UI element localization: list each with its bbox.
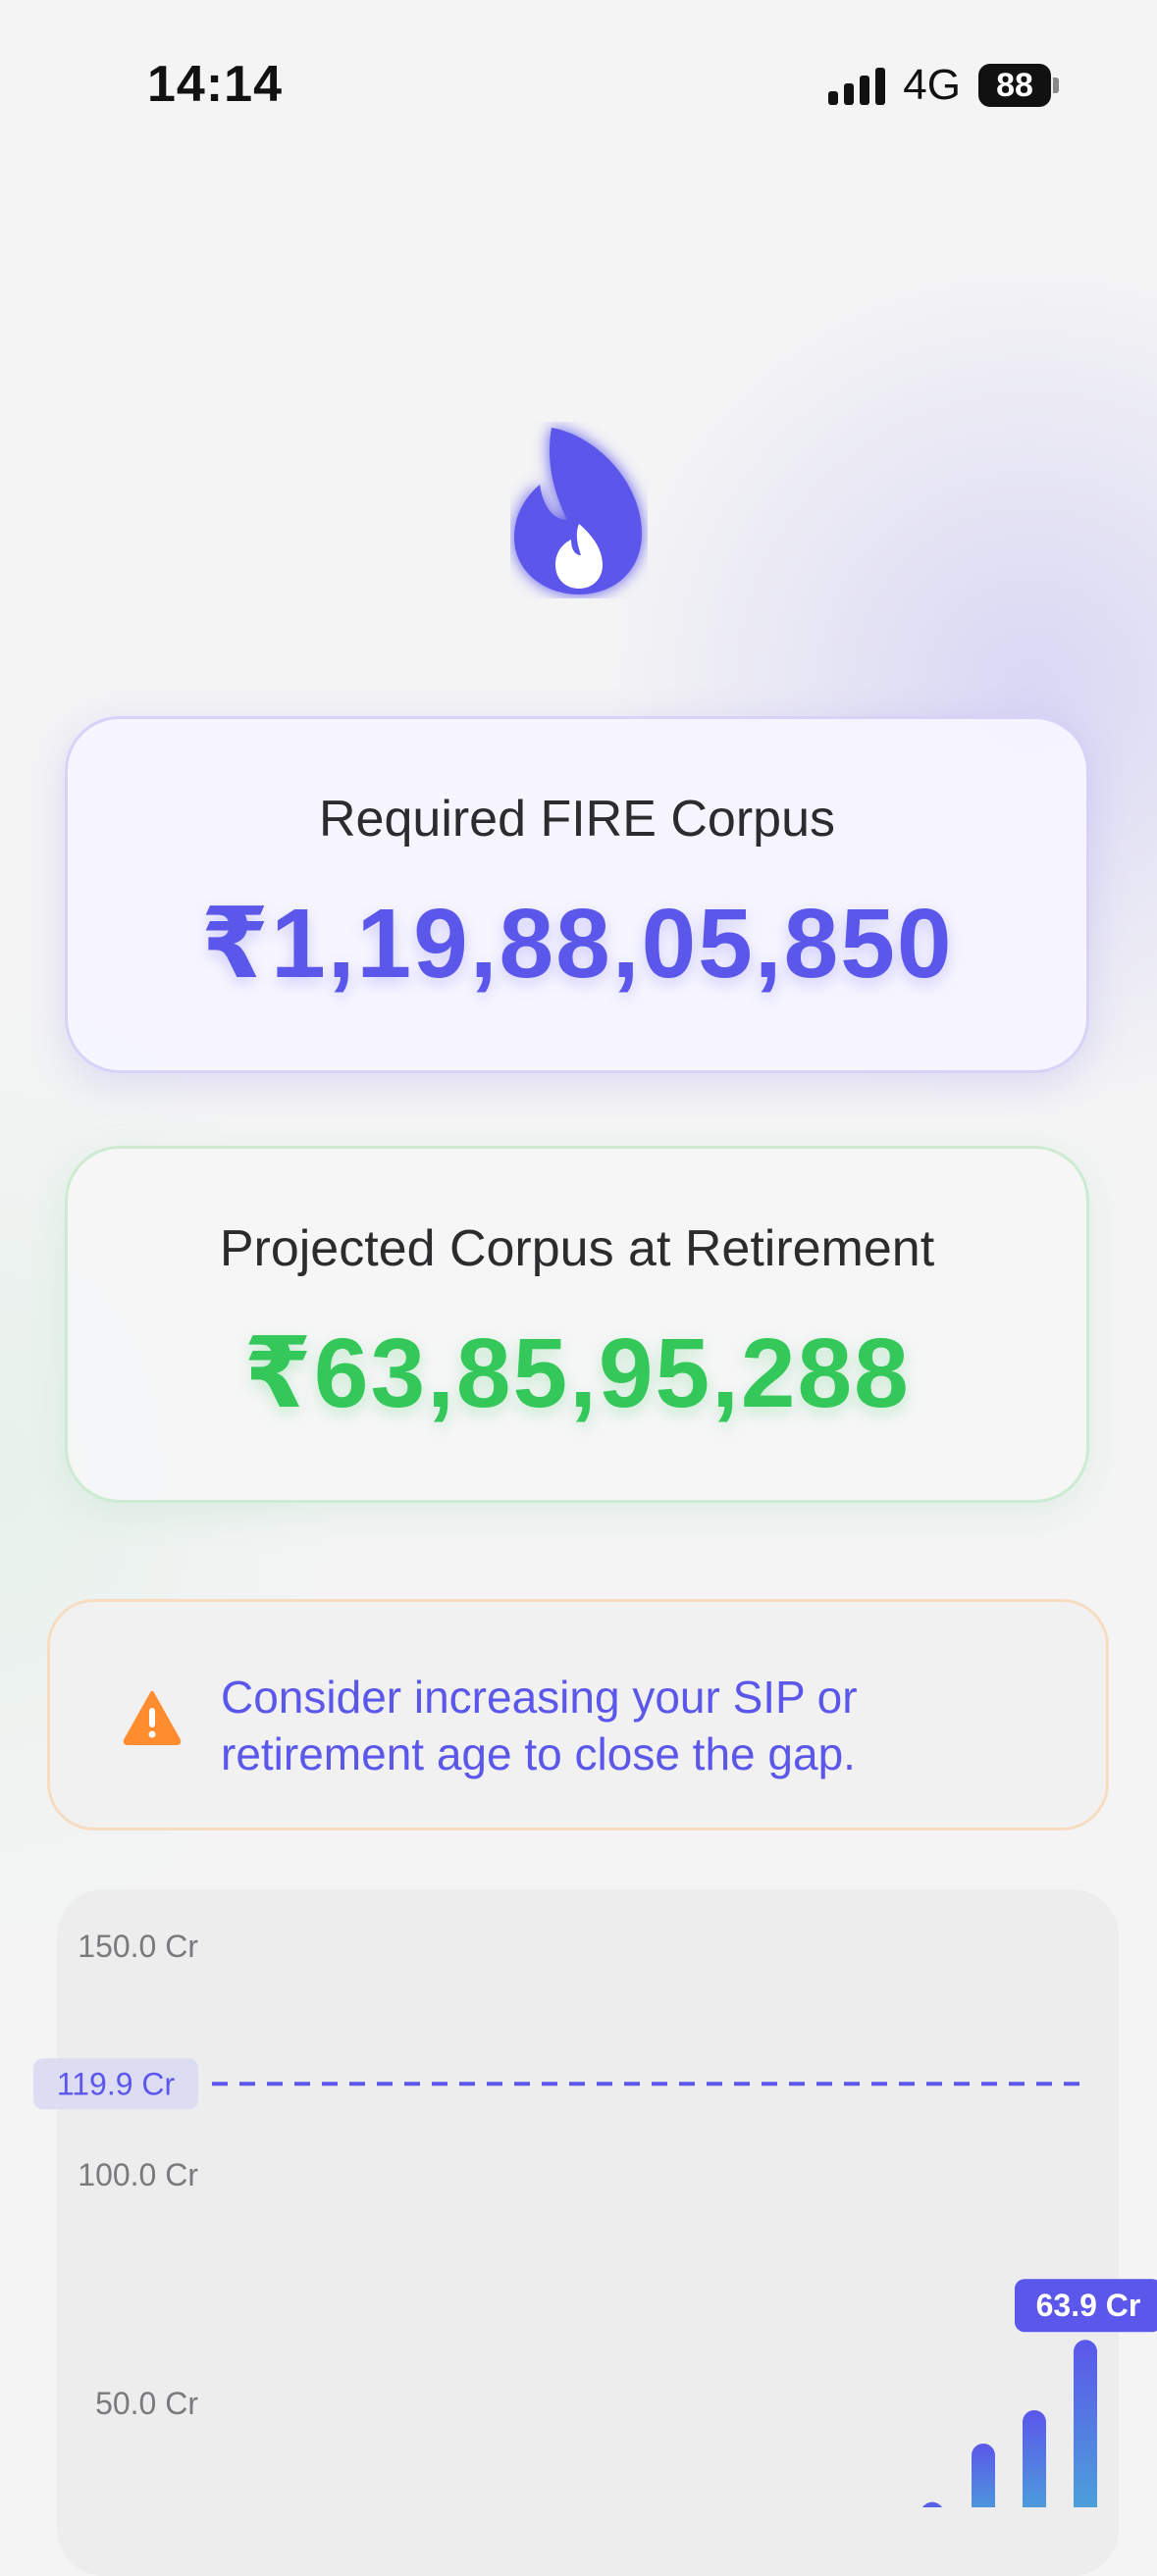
battery-tip [1053, 77, 1059, 93]
warning-message: Consider increasing your SIP or retireme… [221, 1669, 1026, 1782]
status-time: 14:14 [147, 56, 283, 113]
projected-corpus-card: Projected Corpus at Retirement ₹63,85,95… [65, 1146, 1089, 1503]
corpus-projection-chart [57, 1889, 1119, 2576]
warning-message-line1: Consider increasing your SIP or [221, 1672, 858, 1723]
required-corpus-value: ₹1,19,88,05,850 [200, 889, 954, 999]
battery-icon: 88 [978, 64, 1059, 107]
warning-banner: Consider increasing your SIP or retireme… [47, 1599, 1109, 1830]
battery-level: 88 [978, 64, 1051, 107]
projected-corpus-label: Projected Corpus at Retirement [219, 1220, 935, 1277]
signal-strength-icon [828, 66, 886, 105]
network-type: 4G [903, 61, 961, 109]
status-indicators: 4G 88 [828, 61, 1059, 110]
required-corpus-label: Required FIRE Corpus [319, 791, 835, 848]
required-corpus-card: Required FIRE Corpus ₹1,19,88,05,850 [65, 716, 1089, 1073]
projected-corpus-value: ₹63,85,95,288 [243, 1318, 911, 1428]
warning-message-line2: retirement age to close the gap. [221, 1728, 856, 1779]
warning-triangle-icon [123, 1691, 182, 1745]
flame-icon [514, 428, 642, 594]
